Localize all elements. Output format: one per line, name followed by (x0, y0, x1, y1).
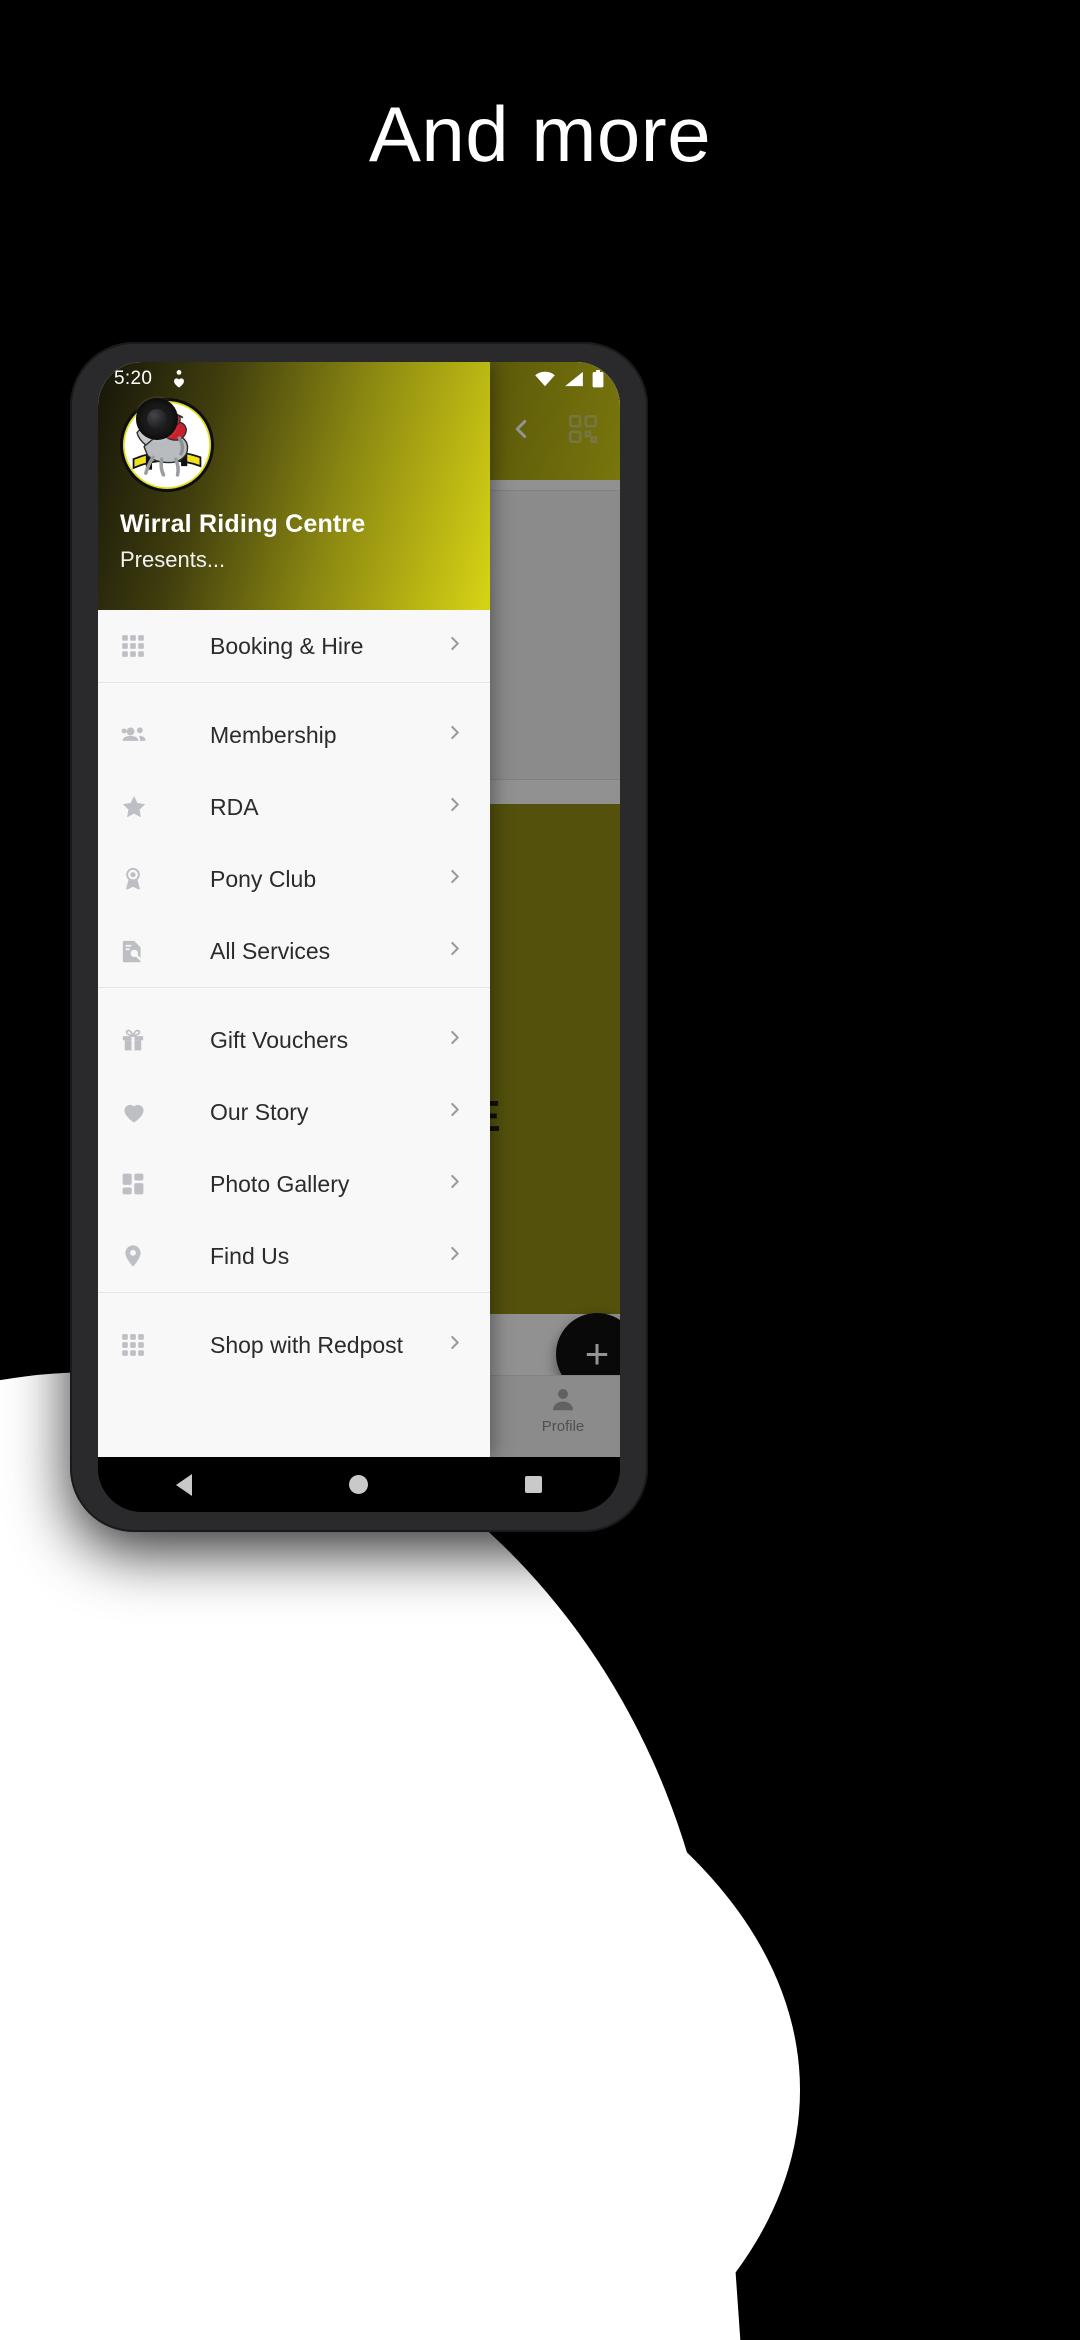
drawer-item-label: Membership (210, 721, 337, 748)
menu-group-1: Booking & Hire (98, 610, 490, 682)
drawer-item-label: All Services (210, 937, 331, 964)
chevron-right-icon (444, 1027, 466, 1054)
drawer-item-find-us[interactable]: Find Us (98, 1220, 490, 1292)
drawer-item-label: Photo Gallery (210, 1170, 350, 1197)
menu-group-4: Shop with Redpost (98, 1292, 490, 1381)
chevron-right-icon (444, 866, 466, 893)
system-navigation-bar (98, 1457, 620, 1512)
heart-icon (120, 1097, 166, 1127)
drawer-item-label: Shop with Redpost (210, 1331, 404, 1358)
navigation-drawer: Wirral Riding Centre Presents... Booking… (98, 362, 490, 1457)
chevron-right-icon (444, 1099, 466, 1126)
drawer-item-our-story[interactable]: Our Story (98, 1076, 490, 1148)
screenshot-stage: And more + Profile Wirral Riding Centre … (0, 0, 1080, 2340)
star-icon (120, 792, 166, 822)
drawer-item-label: RDA (210, 793, 259, 820)
camera-punch-hole (136, 398, 178, 440)
chevron-right-icon (444, 1171, 466, 1198)
drawer-item-label: Find Us (210, 1242, 290, 1269)
menu-group-3: Gift Vouchers Our Story Photo Gallery Fi… (98, 987, 490, 1292)
chevron-right-icon (444, 633, 466, 660)
drawer-item-photo-gallery[interactable]: Photo Gallery (98, 1148, 490, 1220)
recents-square-icon[interactable] (524, 1476, 542, 1493)
menu-group-2: Membership RDA Pony Club All Services (98, 682, 490, 987)
map-pin-icon (120, 1241, 166, 1271)
back-triangle-icon[interactable] (176, 1473, 193, 1496)
gallery-grid-icon (120, 1169, 166, 1199)
home-circle-icon[interactable] (348, 1475, 368, 1494)
phone-screen-bezel: ↕ ↕ ATE + Profile (98, 362, 620, 1512)
drawer-item-pony-club[interactable]: Pony Club (98, 843, 490, 915)
grid-apps-icon (120, 631, 166, 661)
drawer-item-membership[interactable]: Membership (98, 699, 490, 771)
drawer-item-label: Booking & Hire (210, 632, 364, 659)
phone-mockup: ↕ ↕ ATE + Profile (70, 342, 648, 1532)
drawer-item-label: Pony Club (210, 865, 317, 892)
decorative-white-shape-2 (0, 1640, 800, 2340)
chevron-right-icon (444, 1332, 466, 1359)
chevron-right-icon (444, 938, 466, 965)
drawer-item-booking-and-hire[interactable]: Booking & Hire (98, 610, 490, 682)
chevron-right-icon (444, 722, 466, 749)
drawer-item-label: Our Story (210, 1098, 309, 1125)
drawer-title: Wirral Riding Centre (120, 510, 366, 538)
document-search-icon (120, 936, 166, 966)
drawer-item-label: Gift Vouchers (210, 1026, 349, 1053)
chevron-right-icon (444, 1243, 466, 1270)
drawer-subtitle: Presents... (120, 547, 226, 572)
page-title: And more (368, 90, 712, 178)
award-ribbon-icon (120, 864, 166, 894)
drawer-item-all-services[interactable]: All Services (98, 915, 490, 987)
drawer-item-shop-with-redpost[interactable]: Shop with Redpost (98, 1309, 490, 1381)
app-screen: ↕ ↕ ATE + Profile (98, 362, 620, 1457)
drawer-item-rda[interactable]: RDA (98, 771, 490, 843)
gift-icon (120, 1025, 166, 1055)
grid-apps-icon (120, 1330, 166, 1360)
chevron-right-icon (444, 794, 466, 821)
drawer-item-gift-vouchers[interactable]: Gift Vouchers (98, 1004, 490, 1076)
people-group-icon (120, 720, 166, 750)
